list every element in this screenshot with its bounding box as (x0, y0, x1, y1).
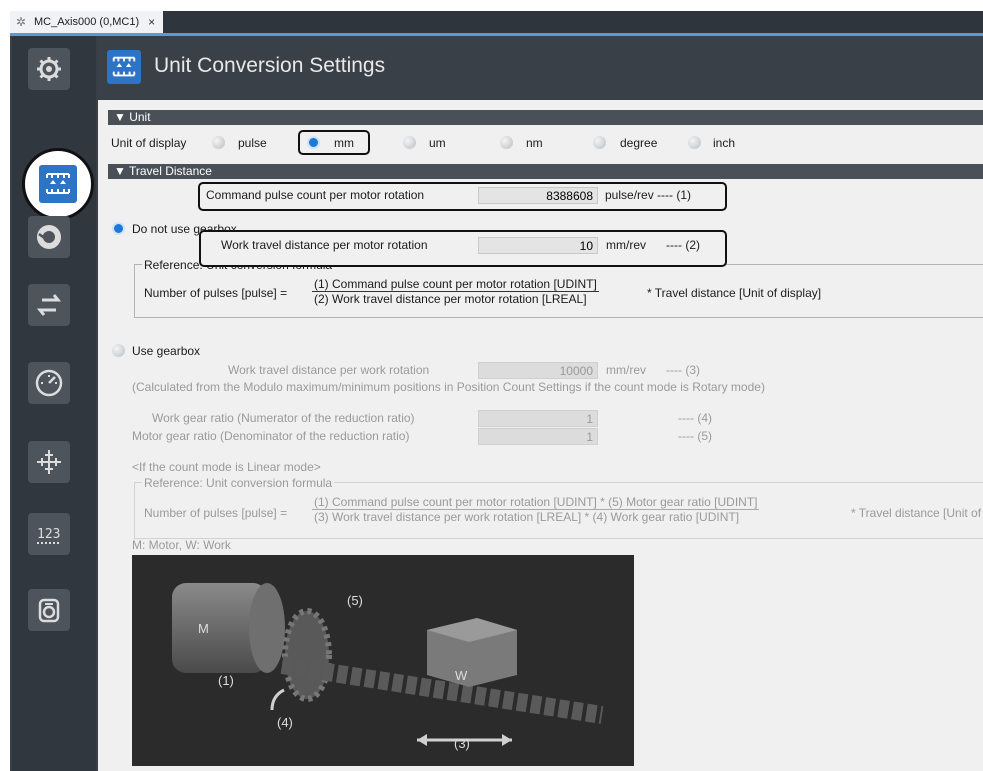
sidebar-item-other-operation[interactable] (28, 284, 70, 326)
label-4: (4) (277, 715, 293, 730)
work-travel-distance-unit: mm/rev (606, 238, 646, 252)
svg-text:123: 123 (37, 527, 60, 542)
radio-um-label: um (429, 136, 446, 150)
work-gear-ratio-ref: ---- (4) (678, 411, 712, 425)
gear-icon: ✲ (16, 14, 27, 29)
close-icon[interactable]: × (148, 15, 155, 29)
use-gearbox-label: Use gearbox (132, 344, 201, 358)
work-rotation-label: Work travel distance per work rotation (228, 363, 430, 377)
sidebar-item-unit-conversion-selected[interactable] (22, 148, 94, 220)
motor-label: M (198, 621, 209, 636)
label-3: (3) (454, 736, 470, 751)
motor-shape (172, 583, 285, 673)
gearbox-diagram: M W (1) (5) (4) (3) (132, 555, 634, 766)
work-block-shape (427, 618, 517, 687)
operation-settings-icon (37, 225, 61, 249)
position-count-icon (37, 450, 61, 474)
formula-2-denominator: (3) Work travel distance per work rotati… (314, 510, 740, 524)
radio-nm[interactable] (500, 136, 513, 149)
sidebar-item-homing-settings[interactable] (28, 589, 70, 631)
formula-1-fraction: (1) Command pulse count per motor rotati… (312, 277, 599, 306)
radio-do-not-use-gearbox[interactable] (112, 222, 125, 235)
formula-2-fraction: (1) Command pulse count per motor rotati… (312, 495, 760, 524)
work-rotation-unit: mm/rev (606, 363, 646, 377)
sidebar-item-axis-basic-settings[interactable] (28, 48, 70, 90)
radio-use-gearbox[interactable] (112, 344, 125, 357)
sidebar-item-servo-drive-settings[interactable]: 123 (28, 513, 70, 555)
radio-um[interactable] (403, 136, 416, 149)
formula-1-rhs: * Travel distance [Unit of display] (647, 286, 822, 300)
formula-1-lhs: Number of pulses [pulse] = (144, 286, 288, 300)
legend-note: M: Motor, W: Work (132, 538, 231, 552)
command-pulse-label: Command pulse count per motor rotation (206, 188, 425, 202)
servo-drive-settings-icon: 123 (37, 527, 61, 544)
work-gear-ratio-input[interactable] (478, 410, 598, 427)
radio-inch-label: inch (713, 136, 736, 150)
formula-1-denominator: (2) Work travel distance per motor rotat… (314, 292, 587, 306)
formula-2-numerator: (1) Command pulse count per motor rotati… (312, 495, 760, 510)
gear-shape (282, 608, 332, 702)
radio-nm-label: nm (526, 136, 543, 150)
formula-2-lhs: Number of pulses [pulse] = (144, 506, 288, 520)
label-5: (5) (347, 593, 363, 608)
command-pulse-unit: pulse/rev ---- (1) (605, 188, 692, 202)
work-gear-ratio-label: Work gear ratio (Numerator of the reduct… (152, 411, 415, 425)
homing-settings-icon (38, 598, 60, 623)
arrow-4-shape (270, 688, 285, 711)
radio-degree-label: degree (620, 136, 658, 150)
motor-gear-ratio-input[interactable] (478, 428, 598, 445)
radio-inch[interactable] (688, 136, 701, 149)
radio-mm[interactable] (307, 136, 320, 149)
command-pulse-input[interactable] (478, 187, 598, 204)
sidebar-item-operation-settings[interactable] (28, 216, 70, 258)
work-travel-distance-ref: ---- (2) (666, 238, 700, 252)
label-1: (1) (218, 673, 234, 688)
sidebar-item-position-count[interactable] (28, 441, 70, 483)
work-rotation-ref: ---- (3) (666, 363, 700, 377)
unit-of-display-label: Unit of display (111, 136, 187, 150)
motor-gear-ratio-ref: ---- (5) (678, 429, 712, 443)
work-rotation-input[interactable] (478, 362, 598, 379)
unit-conversion-icon (107, 50, 141, 84)
work-label: W (455, 668, 468, 683)
calculated-note: (Calculated from the Modulo maximum/mini… (132, 380, 765, 394)
tab-axis[interactable]: ✲ MC_Axis000 (0,MC1) × (10, 11, 164, 33)
tab-bar: ✲ MC_Axis000 (0,MC1) × (10, 11, 983, 33)
formula-2-rhs: * Travel distance [Unit of display] (851, 506, 983, 520)
linear-mode-note: <If the count mode is Linear mode> (132, 460, 321, 474)
unit-conversion-icon (39, 165, 77, 203)
sidebar-item-limit-settings[interactable] (28, 362, 70, 404)
section-travel-distance[interactable]: ▼ Travel Distance (108, 164, 983, 179)
radio-degree[interactable] (593, 136, 606, 149)
reference-legend-2: Reference: Unit conversion formula (142, 476, 335, 490)
page-title: Unit Conversion Settings (154, 54, 386, 77)
radio-pulse-label: pulse (238, 136, 267, 150)
radio-pulse[interactable] (212, 136, 225, 149)
work-travel-distance-label: Work travel distance per motor rotation (221, 238, 428, 252)
page-header: Unit Conversion Settings (98, 36, 983, 100)
motor-gear-ratio-label: Motor gear ratio (Denominator of the red… (132, 429, 410, 443)
axis-basic-settings-icon (37, 57, 61, 81)
formula-1-numerator: (1) Command pulse count per motor rotati… (312, 277, 599, 292)
tab-title: MC_Axis000 (0,MC1) (34, 16, 140, 28)
work-travel-distance-input[interactable] (478, 237, 598, 254)
sidebar: 123 (12, 36, 96, 771)
other-operation-icon (36, 294, 62, 316)
limit-settings-icon (35, 369, 63, 397)
radio-mm-label: mm (334, 136, 354, 150)
section-unit[interactable]: ▼ Unit (108, 110, 983, 125)
